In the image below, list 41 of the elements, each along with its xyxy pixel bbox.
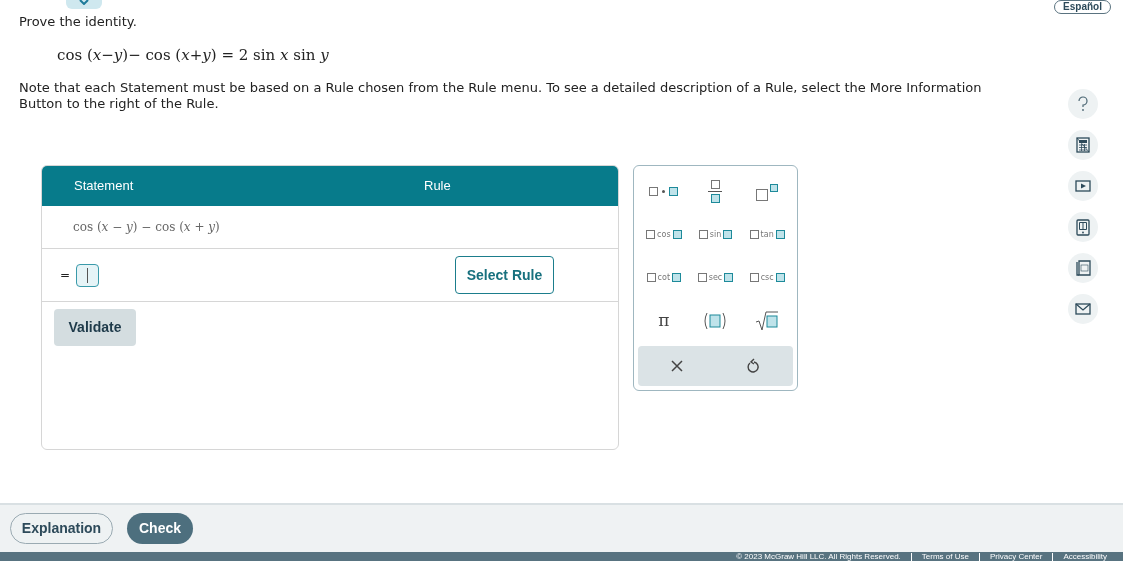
function-key[interactable]: sin <box>689 213 742 256</box>
validate-button[interactable]: Validate <box>54 309 136 346</box>
chevron-down-icon <box>79 0 89 5</box>
dictionary-button[interactable] <box>1068 253 1098 283</box>
calculator-button[interactable] <box>1068 130 1098 160</box>
function-key[interactable]: cot <box>638 256 690 299</box>
footer-link[interactable]: Terms of Use <box>921 552 969 561</box>
equals-sign: = <box>60 267 71 284</box>
square-root-icon <box>755 310 780 331</box>
function-key[interactable]: cos <box>638 213 690 256</box>
dictionary-icon <box>1075 260 1091 276</box>
function-key[interactable]: tan <box>741 213 793 256</box>
column-header: Rule <box>424 178 451 194</box>
footer-link[interactable]: Accessibility <box>1063 552 1107 561</box>
help-button[interactable] <box>1068 89 1098 119</box>
select-rule-button[interactable]: Select Rule <box>455 256 554 294</box>
prompt-text: Prove the identity. <box>19 13 138 31</box>
parentheses-icon <box>702 311 729 330</box>
top-tab[interactable] <box>66 0 102 9</box>
function-key[interactable]: csc <box>741 256 793 299</box>
check-button[interactable]: Check <box>127 513 193 544</box>
footer-link[interactable]: Privacy Center <box>989 552 1043 561</box>
undo-icon <box>747 358 762 374</box>
mail-button[interactable] <box>1068 294 1098 324</box>
column-header: Statement <box>74 178 134 194</box>
mail-icon <box>1075 303 1091 315</box>
copyright-text: © 2023 McGraw Hill LLC. All Rights Reserved. <box>736 552 901 561</box>
pi-key[interactable]: π <box>638 299 690 342</box>
function-key[interactable]: sec <box>689 256 742 299</box>
calculator-icon <box>1076 137 1090 153</box>
explanation-button[interactable]: Explanation <box>10 513 113 544</box>
statement-expression: cos (x − y) − cos (x + y) <box>73 219 220 236</box>
play-video-icon <box>1075 180 1091 192</box>
instruction-text: Note that each Statement must be based on a Rule chosen from the Rule menu. To see a detailed description of a Rule, select the More Information Button to the right of the Rule. <box>19 80 983 112</box>
play-video-button[interactable] <box>1068 171 1098 201</box>
ebook-button[interactable] <box>1068 212 1098 242</box>
answer-box[interactable] <box>76 263 100 287</box>
ebook-icon <box>1076 218 1090 236</box>
identity-equation: cos (x−y)− cos (x+y) = 2 sin x sin y <box>57 44 330 66</box>
help-icon <box>1077 96 1089 112</box>
close-icon <box>669 359 684 373</box>
